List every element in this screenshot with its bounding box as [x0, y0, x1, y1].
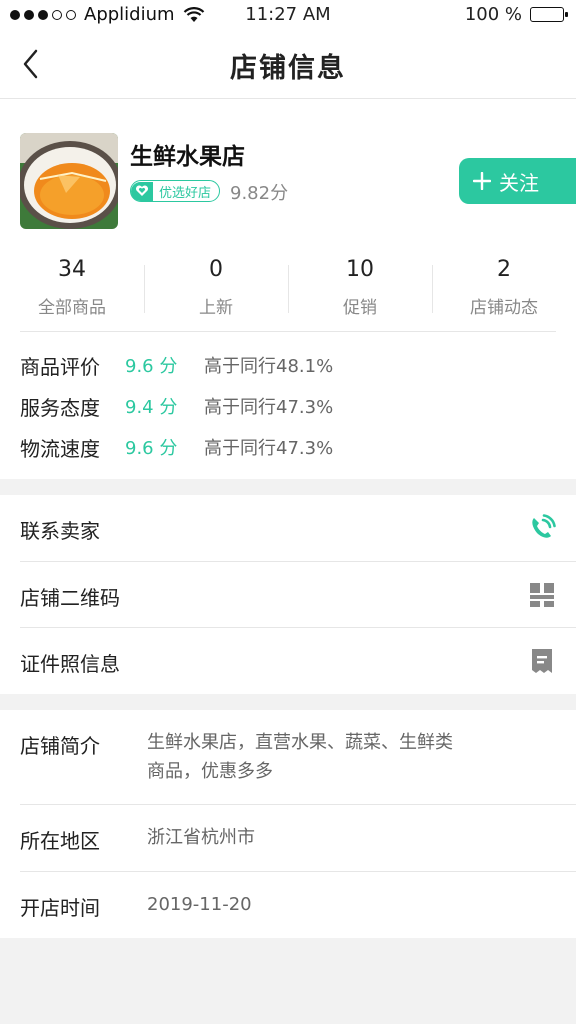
stat-label: 全部商品 — [38, 298, 106, 318]
info-value: 浙江省杭州市 — [147, 827, 255, 848]
store-score: 9.82分 — [230, 183, 289, 204]
follow-button[interactable]: 关注 — [459, 158, 576, 204]
info-value: 2019-11-20 — [147, 894, 252, 915]
store-thumbnail-image — [20, 133, 118, 229]
phone-icon — [532, 514, 556, 538]
rating-compare: 高于同行47.3% — [204, 397, 334, 418]
store-badge-label: 优选好店 — [159, 185, 212, 201]
certificate-info-row[interactable]: 证件照信息 — [0, 628, 576, 694]
info-label: 所在地区 — [20, 829, 100, 853]
info-label: 店铺简介 — [20, 734, 100, 758]
rating-service: 服务态度 9.4 分 高于同行47.3% — [20, 392, 520, 420]
heart-badge-icon — [131, 181, 153, 201]
battery-percent: 100 % — [464, 4, 522, 25]
divider — [20, 331, 556, 332]
rating-label: 服务态度 — [20, 396, 100, 420]
stat-value: 34 — [58, 257, 86, 282]
certificate-icon — [532, 649, 552, 673]
nav-bar: 店铺信息 — [0, 30, 576, 99]
stat-label: 上新 — [199, 298, 233, 318]
battery-icon — [530, 7, 568, 22]
stat-new[interactable]: 0 上新 — [144, 257, 288, 318]
store-actions: 联系卖家 店铺二维码 证件照信息 — [0, 495, 576, 694]
stat-all-products[interactable]: 34 全部商品 — [0, 257, 144, 318]
rating-label: 商品评价 — [20, 355, 100, 379]
action-label: 店铺二维码 — [20, 586, 120, 610]
plus-icon — [473, 172, 491, 190]
stat-value: 10 — [346, 257, 374, 282]
intro-line: 商品，优惠多多 — [147, 761, 273, 782]
rating-label: 物流速度 — [20, 437, 100, 461]
follow-label: 关注 — [499, 170, 539, 195]
stat-label: 店铺动态 — [470, 298, 538, 318]
info-value: 生鲜水果店，直营水果、蔬菜、生鲜类 商品，优惠多多 — [147, 728, 507, 786]
stat-value: 2 — [497, 257, 511, 282]
stat-store-updates[interactable]: 2 店铺动态 — [432, 257, 576, 318]
info-label: 开店时间 — [20, 896, 100, 920]
store-thumbnail[interactable] — [20, 133, 118, 229]
rating-product: 商品评价 9.6 分 高于同行48.1% — [20, 351, 520, 379]
store-card: 生鲜水果店 优选好店 9.82分 关注 34 全部商品 0 上新 10 促销 2… — [0, 99, 576, 479]
store-info: 店铺简介 生鲜水果店，直营水果、蔬菜、生鲜类 商品，优惠多多 所在地区 浙江省杭… — [0, 710, 576, 938]
stat-label: 促销 — [343, 298, 377, 318]
store-name: 生鲜水果店 — [130, 144, 245, 170]
rating-compare: 高于同行47.3% — [204, 438, 334, 459]
qr-code-icon — [530, 583, 554, 607]
divider — [20, 871, 576, 872]
rating-value: 9.6 分 — [125, 356, 178, 377]
store-qr-code-row[interactable]: 店铺二维码 — [0, 562, 576, 628]
action-label: 联系卖家 — [20, 519, 100, 543]
status-bar: Applidium 11:27 AM 100 % — [0, 0, 576, 30]
intro-line: 生鲜水果店，直营水果、蔬菜、生鲜类 — [147, 732, 453, 753]
battery-status: 100 % — [464, 4, 568, 25]
store-badge: 优选好店 — [130, 180, 221, 202]
rating-value: 9.4 分 — [125, 397, 178, 418]
store-stats: 34 全部商品 0 上新 10 促销 2 店铺动态 — [0, 257, 576, 319]
stat-promotions[interactable]: 10 促销 — [288, 257, 432, 318]
rating-logistics: 物流速度 9.6 分 高于同行47.3% — [20, 433, 520, 461]
stat-value: 0 — [209, 257, 223, 282]
page-title: 店铺信息 — [230, 53, 346, 84]
rating-value: 9.6 分 — [125, 438, 178, 459]
contact-seller-row[interactable]: 联系卖家 — [0, 495, 576, 561]
action-label: 证件照信息 — [20, 652, 120, 676]
rating-compare: 高于同行48.1% — [204, 356, 334, 377]
divider — [20, 804, 576, 805]
